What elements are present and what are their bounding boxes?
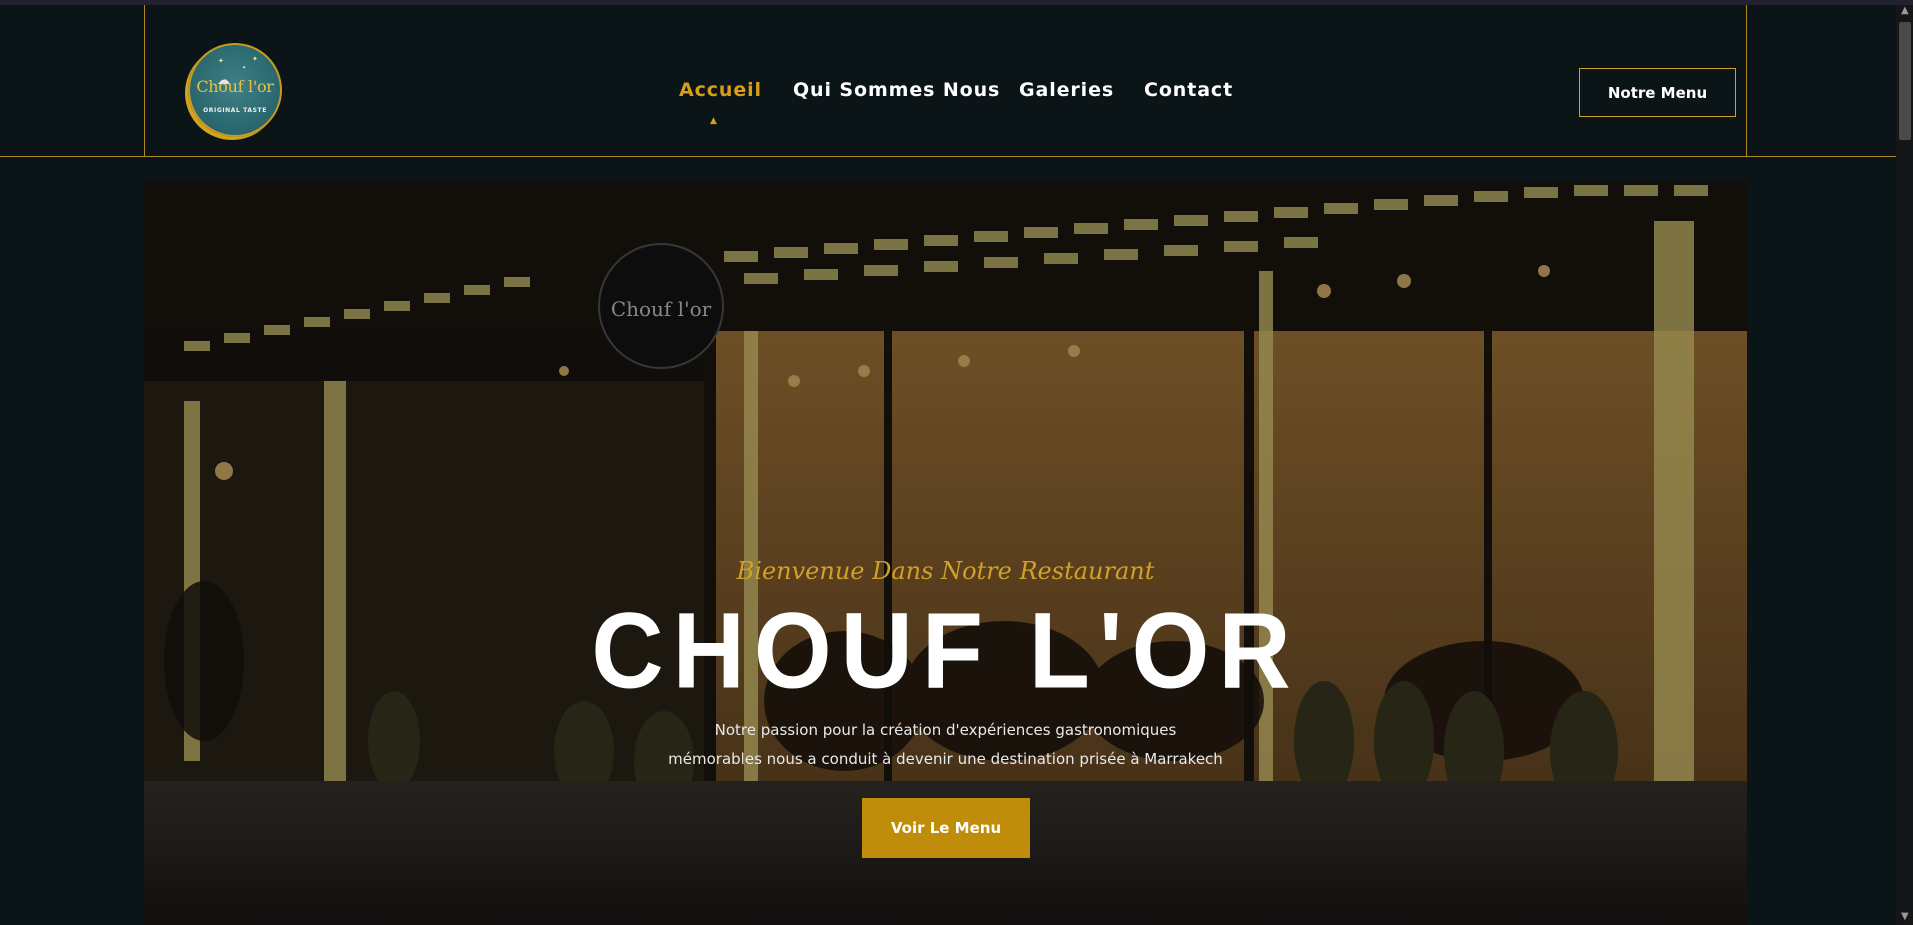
notre-menu-button[interactable]: Notre Menu [1579,68,1736,117]
star-icon: ✦ [252,55,258,63]
browser-top-strip [0,0,1913,5]
hero-description: Notre passion pour la création d'expérie… [144,716,1747,774]
header-divider [0,156,1896,157]
logo-text: Chouf l'or [196,77,274,96]
chevron-down-icon[interactable]: ▼ [1901,911,1909,922]
logo-tagline: ORIGINAL TASTE [203,107,267,114]
nav-item-contact[interactable]: Contact [1144,79,1233,101]
nav-item-accueil[interactable]: Accueil [679,79,762,101]
nav-item-galeries[interactable]: Galeries [1019,79,1114,101]
scrollbar-thumb[interactable] [1899,22,1911,140]
scrollbar[interactable] [1896,5,1913,925]
header-frame-right [1746,5,1747,157]
header-frame-left [144,5,145,157]
hero-kicker: Bienvenue Dans Notre Restaurant [736,557,1155,585]
hero-section: Chouf l'or Bienvenue Dans Notre Restaura… [144,181,1747,925]
nav-item-qui-sommes-nous[interactable]: Qui Sommes Nous [793,79,1000,101]
hero-description-line: mémorables nous a conduit à devenir une … [668,750,1223,768]
star-icon: ✦ [242,65,247,71]
voir-le-menu-button[interactable]: Voir Le Menu [862,798,1030,858]
hero-description-line: Notre passion pour la création d'expérie… [714,721,1177,739]
star-icon: ✦ [218,57,224,65]
chevron-up-icon[interactable]: ▲ [1901,5,1909,16]
caret-up-icon: ▲ [710,116,717,126]
site-logo[interactable]: ✦ ✦ ✦ ☁ Chouf l'or ORIGINAL TASTE [188,43,282,137]
hero-content: Bienvenue Dans Notre Restaurant CHOUF L'… [144,181,1747,925]
hero-title: CHOUF L'OR [591,590,1300,712]
